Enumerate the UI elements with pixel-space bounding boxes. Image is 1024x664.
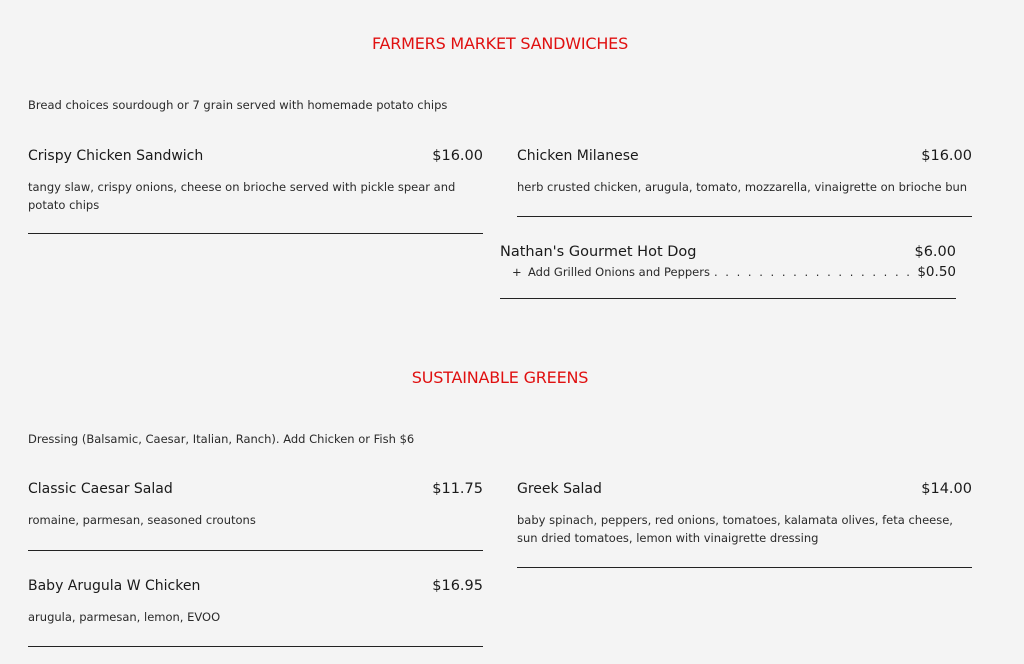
section-note-sandwiches: Bread choices sourdough or 7 grain serve… bbox=[28, 98, 448, 112]
addon-label: Add Grilled Onions and Peppers bbox=[528, 265, 710, 279]
menu-item-classic-caesar-salad: Classic Caesar Salad $11.75 romaine, par… bbox=[28, 481, 483, 529]
section-title-greens: SUSTAINABLE GREENS bbox=[411, 368, 589, 387]
item-description: baby spinach, peppers, red onions, tomat… bbox=[517, 513, 953, 545]
item-name: Chicken Milanese bbox=[517, 148, 639, 164]
section-title-sandwiches: FARMERS MARKET SANDWICHES bbox=[371, 34, 629, 53]
addon-price: $0.50 bbox=[917, 264, 956, 280]
menu-item-baby-arugula-chicken: Baby Arugula W Chicken $16.95 arugula, p… bbox=[28, 578, 483, 626]
item-divider bbox=[517, 567, 972, 568]
menu-item-greek-salad: Greek Salad $14.00 baby spinach, peppers… bbox=[517, 481, 972, 547]
item-divider bbox=[517, 216, 972, 217]
item-price: $6.00 bbox=[914, 244, 956, 260]
item-description: arugula, parmesan, lemon, EVOO bbox=[28, 610, 221, 624]
item-name: Crispy Chicken Sandwich bbox=[28, 148, 204, 164]
menu-item-chicken-milanese: Chicken Milanese $16.00 herb crusted chi… bbox=[517, 148, 972, 196]
item-price: $16.00 bbox=[921, 148, 972, 164]
item-price: $16.00 bbox=[432, 148, 483, 164]
item-price: $16.95 bbox=[432, 578, 483, 594]
item-divider bbox=[28, 646, 483, 647]
item-description: tangy slaw, crispy onions, cheese on bri… bbox=[28, 180, 456, 212]
item-name: Nathan's Gourmet Hot Dog bbox=[500, 244, 697, 260]
item-divider bbox=[500, 298, 956, 299]
item-name: Greek Salad bbox=[517, 481, 602, 497]
item-price: $11.75 bbox=[432, 481, 483, 497]
item-name: Baby Arugula W Chicken bbox=[28, 578, 201, 594]
dot-leader: . . . . . . . . . . . . . . . . . . . . … bbox=[713, 265, 913, 279]
item-description: herb crusted chicken, arugula, tomato, m… bbox=[517, 180, 968, 194]
item-divider bbox=[28, 550, 483, 551]
menu-item-nathans-hot-dog: Nathan's Gourmet Hot Dog $6.00 + Add Gri… bbox=[500, 244, 956, 280]
plus-icon: + bbox=[512, 265, 522, 279]
menu-item-crispy-chicken-sandwich: Crispy Chicken Sandwich $16.00 tangy sla… bbox=[28, 148, 483, 214]
section-note-greens: Dressing (Balsamic, Caesar, Italian, Ran… bbox=[28, 432, 415, 446]
item-description: romaine, parmesan, seasoned croutons bbox=[28, 513, 256, 527]
item-addon: + Add Grilled Onions and Peppers . . . .… bbox=[500, 264, 956, 280]
item-price: $14.00 bbox=[921, 481, 972, 497]
item-divider bbox=[28, 233, 483, 234]
menu-page: FARMERS MARKET SANDWICHES Bread choices … bbox=[0, 0, 1024, 664]
item-name: Classic Caesar Salad bbox=[28, 481, 173, 497]
